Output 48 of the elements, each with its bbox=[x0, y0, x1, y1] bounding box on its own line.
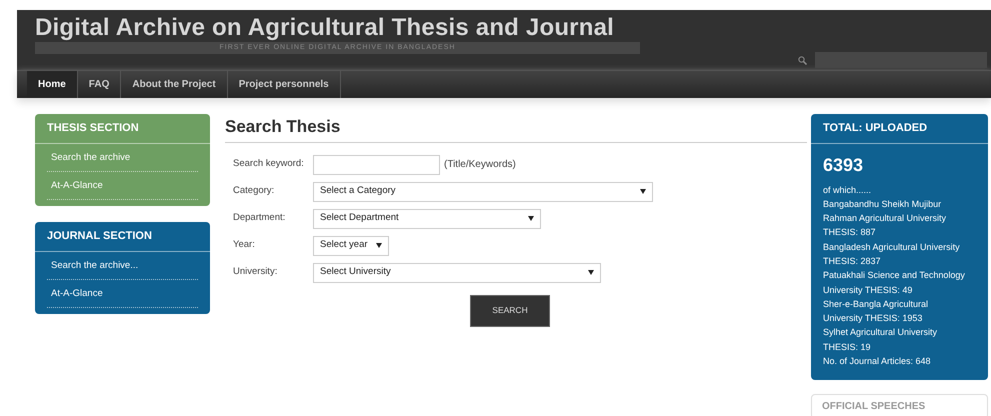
keyword-field[interactable] bbox=[313, 154, 440, 174]
stats-line: University THESIS: 1953 bbox=[822, 312, 924, 326]
section-title: JOURNAL SECTION bbox=[35, 222, 210, 252]
stats-line: University THESIS: 49 bbox=[822, 284, 914, 297]
dropdown-value: Select a Category bbox=[320, 184, 396, 198]
dropdown-value: Select year bbox=[320, 238, 368, 252]
search-icon bbox=[798, 56, 807, 64]
caret-icon bbox=[640, 189, 646, 194]
stats-line: THESIS: 2837 bbox=[822, 254, 882, 268]
field-label: Category: bbox=[233, 184, 276, 198]
nav-tab[interactable]: Project personnels bbox=[228, 71, 341, 98]
dropdown-field[interactable]: Select year bbox=[313, 236, 389, 256]
field-hint: (Title/Keywords) bbox=[444, 158, 516, 172]
stats-line: Sylhet Agricultural University bbox=[822, 326, 938, 340]
stats-title: TOTAL: UPLOADED bbox=[811, 114, 988, 144]
search-field[interactable] bbox=[815, 52, 987, 68]
nav-tab[interactable]: About the Project bbox=[121, 71, 228, 98]
stats-line: Bangabandhu Sheikh Mujibur bbox=[822, 198, 942, 211]
stats-line: of which...... bbox=[822, 184, 872, 196]
speeches-heading: OFFICIAL SPEECHES bbox=[811, 394, 988, 416]
dropdown-value: Select University bbox=[320, 265, 391, 280]
field-label: Department: bbox=[233, 211, 286, 226]
caret-icon bbox=[528, 216, 534, 221]
site-title: Digital Archive on Agricultural Thesis and Journal bbox=[35, 14, 615, 42]
field-label: Year: bbox=[233, 238, 256, 252]
dropdown-field[interactable]: Select Department bbox=[313, 208, 541, 228]
stats-line: Sher-e-Bangla Agricultural bbox=[822, 298, 930, 311]
stats-line: THESIS: 887 bbox=[822, 226, 877, 240]
page-heading: Search Thesis bbox=[225, 114, 807, 142]
sidebar-link[interactable]: Search the archive... bbox=[47, 252, 198, 280]
search-button[interactable]: SEARCH bbox=[470, 294, 550, 326]
caret-icon bbox=[588, 270, 594, 275]
dropdown-field[interactable]: Select University bbox=[313, 262, 601, 282]
field-label: University: bbox=[233, 265, 278, 280]
stats-line: THESIS: 19 bbox=[822, 340, 872, 354]
nav-tab[interactable]: Home bbox=[27, 71, 78, 98]
dropdown-field[interactable]: Select a Category bbox=[313, 182, 653, 202]
stats-line: Bangladesh Agricultural University bbox=[822, 240, 961, 254]
section-title: THESIS SECTION bbox=[35, 114, 210, 144]
caret-icon bbox=[376, 243, 382, 248]
stats-line: No. of Journal Articles: 648 bbox=[822, 355, 932, 368]
stats-line: Rahman Agricultural University bbox=[822, 212, 948, 226]
total-count: 6393 bbox=[822, 154, 864, 176]
nav-tab[interactable]: FAQ bbox=[78, 71, 122, 98]
dropdown-value: Select Department bbox=[320, 211, 399, 226]
stats-line: Patuakhali Science and Technology bbox=[822, 269, 966, 282]
field-label: Search keyword: bbox=[233, 157, 305, 172]
sidebar-link[interactable]: At-A-Glance bbox=[47, 280, 198, 308]
